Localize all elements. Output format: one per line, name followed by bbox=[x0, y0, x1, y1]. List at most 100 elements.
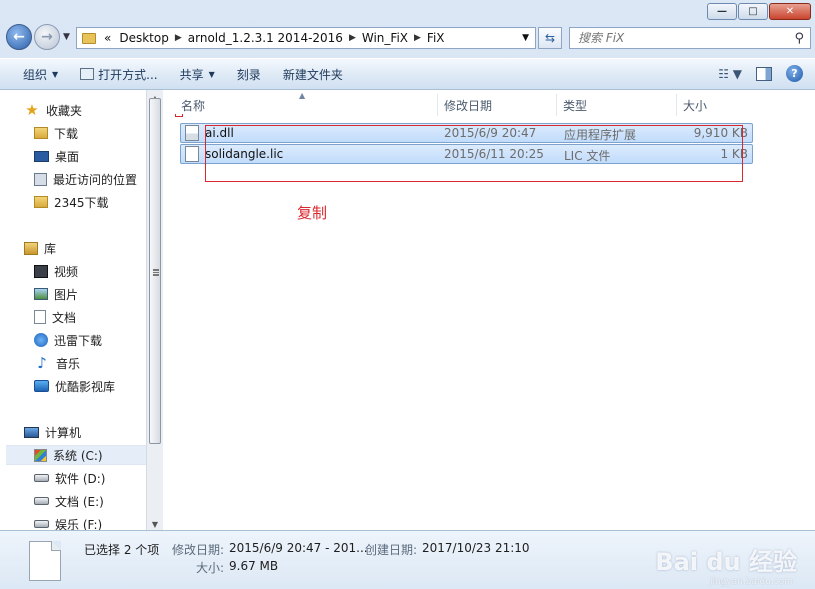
navigation-pane: ★ 收藏夹 下载 桌面 最近访问的位置 2345下载 库 视频 图片 文档 迅雷… bbox=[0, 90, 146, 530]
organize-label: 组织 bbox=[23, 67, 48, 82]
sidebar-item-label: 文档 (E:) bbox=[55, 494, 104, 509]
sidebar-item-recent-places[interactable]: 最近访问的位置 bbox=[34, 169, 146, 189]
back-button[interactable]: ← bbox=[6, 24, 32, 50]
file-icon bbox=[185, 146, 199, 162]
toolbar-right: ☷ ▼ ? bbox=[718, 65, 803, 82]
burn-button[interactable]: 刻录 bbox=[230, 66, 268, 83]
folder-icon bbox=[82, 32, 96, 44]
star-icon: ★ bbox=[25, 101, 39, 119]
sidebar-item-label: 图片 bbox=[54, 287, 79, 302]
navigation-scrollbar[interactable]: ▲ ▼ bbox=[146, 90, 163, 530]
drive-icon bbox=[34, 520, 49, 528]
sidebar-item-youku-library[interactable]: 优酷影视库 bbox=[34, 376, 146, 396]
created-value: 2017/10/23 21:10 bbox=[422, 541, 530, 555]
sidebar-item-pictures[interactable]: 图片 bbox=[34, 284, 146, 304]
dll-file-icon bbox=[185, 125, 199, 141]
close-button[interactable]: ✕ bbox=[769, 3, 811, 20]
column-header-label: 名称 bbox=[181, 98, 206, 113]
dropdown-arrow-icon: ▼ bbox=[208, 69, 215, 79]
sidebar-item-label: 音乐 bbox=[56, 356, 81, 371]
recent-pages-dropdown[interactable]: ▼ bbox=[63, 32, 70, 42]
breadcrumb-win-fix[interactable]: Win_FiX bbox=[358, 31, 412, 45]
sidebar-item-desktop[interactable]: 桌面 bbox=[34, 146, 146, 166]
preview-pane-icon[interactable] bbox=[756, 66, 772, 81]
breadcrumb-desktop[interactable]: Desktop bbox=[115, 31, 173, 45]
modified-label: 修改日期: bbox=[172, 543, 225, 557]
column-header-size[interactable]: 大小 bbox=[677, 94, 757, 116]
video-icon bbox=[34, 264, 48, 278]
caption-buttons: — □ ✕ bbox=[707, 3, 811, 20]
sidebar-group-favorites[interactable]: ★ 收藏夹 bbox=[24, 100, 146, 120]
maximize-button[interactable]: □ bbox=[738, 3, 768, 20]
search-input[interactable] bbox=[578, 31, 778, 45]
search-box[interactable]: ⚲ bbox=[569, 27, 811, 49]
system-drive-icon bbox=[34, 448, 47, 462]
library-icon bbox=[24, 241, 38, 255]
chevron-right-icon[interactable]: ▶ bbox=[347, 33, 358, 43]
baidu-watermark: Bai du 经验 bbox=[655, 548, 797, 576]
sidebar-item-drive-f[interactable]: 娱乐 (F:) bbox=[34, 514, 146, 530]
share-button[interactable]: 共享 ▼ bbox=[173, 66, 222, 83]
forward-button[interactable]: → bbox=[34, 24, 60, 50]
refresh-button[interactable]: ⇆ bbox=[538, 27, 562, 49]
grip-icon bbox=[153, 269, 159, 276]
picture-icon bbox=[34, 288, 48, 300]
sidebar-item-documents[interactable]: 文档 bbox=[34, 307, 146, 327]
thunder-icon bbox=[34, 333, 48, 347]
sidebar-item-label: 桌面 bbox=[55, 149, 80, 164]
burn-label: 刻录 bbox=[236, 67, 261, 82]
sidebar-group-computer[interactable]: 计算机 bbox=[24, 422, 146, 442]
recent-places-icon bbox=[34, 172, 47, 186]
column-header-label: 修改日期 bbox=[444, 98, 493, 113]
refresh-icon: ⇆ bbox=[544, 31, 556, 45]
open-with-button[interactable]: 打开方式... bbox=[73, 66, 164, 83]
chevron-right-icon[interactable]: ▶ bbox=[412, 33, 423, 43]
view-options-icon[interactable]: ☷ ▼ bbox=[718, 67, 742, 81]
annotation-text: 复制 bbox=[297, 204, 328, 222]
file-list-pane: ▲ 名称 修改日期 类型 大小 ai.dll 2015/6/9 20:47 应用… bbox=[163, 90, 815, 530]
breadcrumb-overflow[interactable]: « bbox=[100, 31, 115, 45]
sidebar-item-drive-e[interactable]: 文档 (E:) bbox=[34, 491, 146, 511]
open-with-icon bbox=[80, 68, 95, 80]
size-label: 大小: bbox=[196, 561, 225, 575]
sidebar-item-music[interactable]: ♪ 音乐 bbox=[34, 353, 146, 373]
sidebar-item-label: 系统 (C:) bbox=[53, 448, 103, 463]
column-header-type[interactable]: 类型 bbox=[557, 94, 677, 116]
sidebar-group-libraries[interactable]: 库 bbox=[24, 238, 146, 258]
new-folder-label: 新建文件夹 bbox=[282, 67, 343, 82]
column-header-date[interactable]: 修改日期 bbox=[438, 94, 557, 116]
sidebar-item-label: 软件 (D:) bbox=[55, 471, 106, 486]
sidebar-item-label: 最近访问的位置 bbox=[53, 172, 138, 187]
share-label: 共享 bbox=[179, 67, 204, 82]
sidebar-item-label: 优酷影视库 bbox=[55, 379, 116, 394]
minimize-button[interactable]: — bbox=[707, 3, 737, 20]
nav-buttons: ← → ▼ bbox=[6, 24, 70, 50]
help-icon[interactable]: ? bbox=[786, 65, 803, 82]
column-header-name[interactable]: 名称 bbox=[175, 94, 438, 116]
search-icon[interactable]: ⚲ bbox=[794, 31, 804, 46]
chevron-right-icon[interactable]: ▶ bbox=[173, 33, 184, 43]
breadcrumb-arnold[interactable]: arnold_1.2.3.1 2014-2016 bbox=[184, 31, 347, 45]
address-bar[interactable]: « Desktop ▶ arnold_1.2.3.1 2014-2016 ▶ W… bbox=[76, 27, 536, 49]
sidebar-item-thunder-downloads[interactable]: 迅雷下载 bbox=[34, 330, 146, 350]
chevron-down-icon[interactable]: ▼ bbox=[522, 33, 529, 43]
details-pane: 已选择 2 个项 修改日期: 2015/6/9 20:47 - 201... 创… bbox=[0, 530, 815, 589]
sidebar-item-drive-d[interactable]: 软件 (D:) bbox=[34, 468, 146, 488]
sidebar-item-label: 视频 bbox=[54, 264, 79, 279]
selection-count: 已选择 2 个项 bbox=[84, 543, 160, 557]
sidebar-item-label: 2345下载 bbox=[54, 195, 109, 210]
breadcrumb-fix[interactable]: FiX bbox=[423, 31, 449, 45]
scrollbar-thumb[interactable] bbox=[149, 98, 161, 444]
drive-icon bbox=[34, 474, 49, 482]
explorer-window: — □ ✕ ← → ▼ « Desktop ▶ arnold_1.2.3.1 2… bbox=[0, 0, 815, 589]
new-folder-button[interactable]: 新建文件夹 bbox=[276, 66, 350, 83]
sidebar-item-downloads[interactable]: 下载 bbox=[34, 123, 146, 143]
sidebar-item-drive-c[interactable]: 系统 (C:) bbox=[6, 445, 146, 465]
modified-value: 2015/6/9 20:47 - 201... bbox=[229, 541, 368, 555]
organize-button[interactable]: 组织 ▼ bbox=[16, 66, 65, 83]
sidebar-item-videos[interactable]: 视频 bbox=[34, 261, 146, 281]
multiple-files-icon bbox=[29, 541, 61, 581]
downloads-folder-icon bbox=[34, 127, 48, 139]
sidebar-item-2345-downloads[interactable]: 2345下载 bbox=[34, 192, 146, 212]
baidu-watermark-url: jingyan.baidu.com bbox=[709, 577, 793, 587]
